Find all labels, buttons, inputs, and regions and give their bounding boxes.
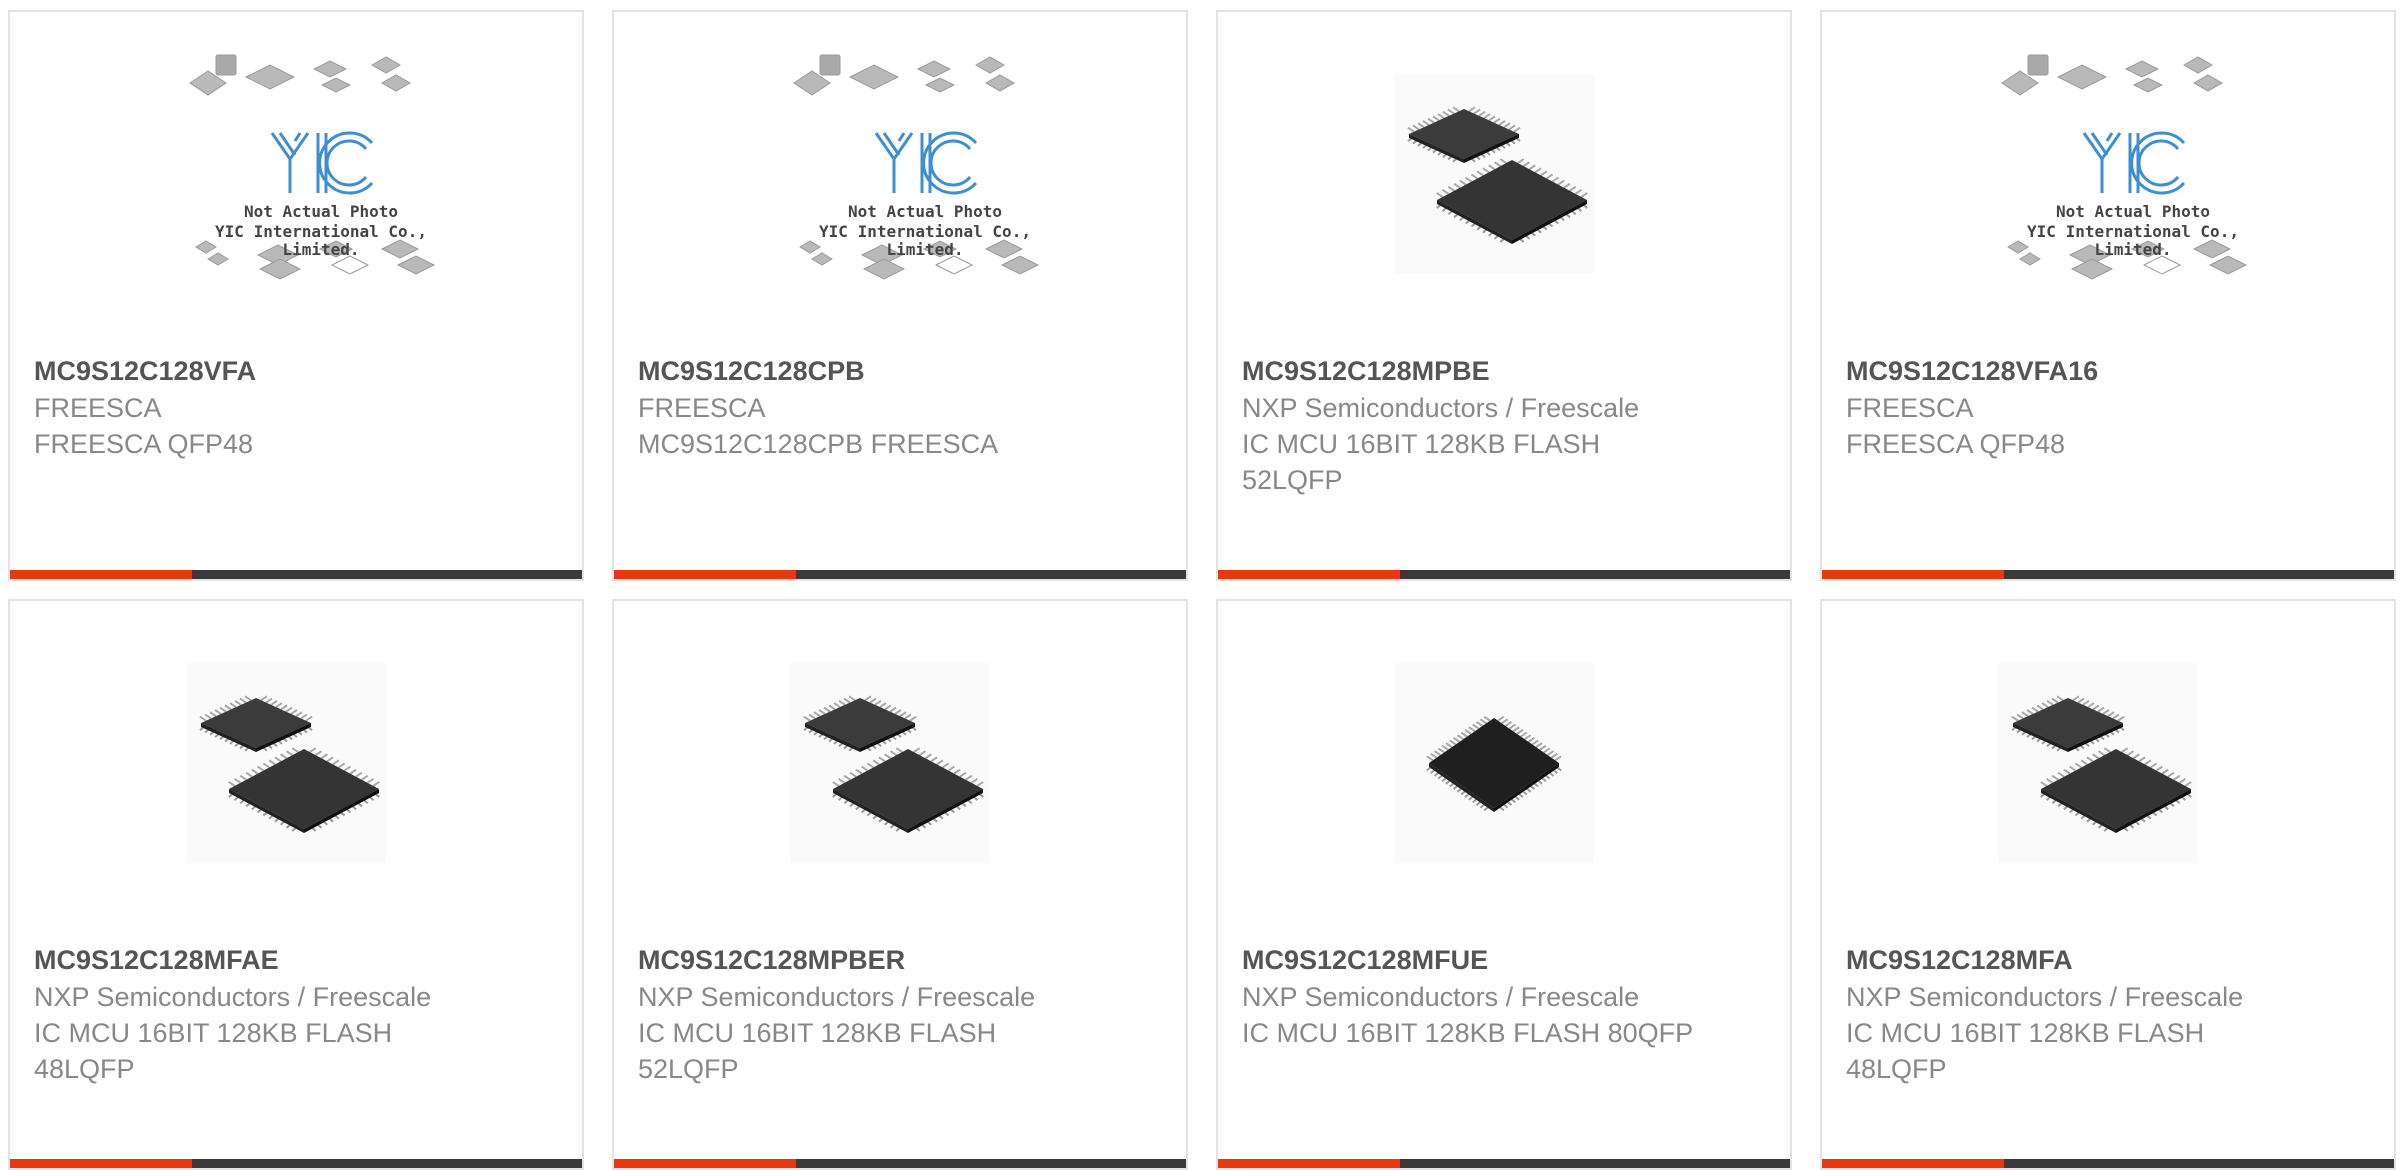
part-number-link[interactable]: MC9S12C128VFA [34, 352, 566, 390]
qfp-chip-icon [1394, 662, 1594, 868]
product-image[interactable] [1394, 72, 1594, 280]
product-card[interactable]: MC9S12C128MPBER NXP Semiconductors / Fre… [612, 599, 1188, 1170]
part-number-link[interactable]: MC9S12C128MFA [1846, 941, 2378, 979]
description: IC MCU 16BIT 128KB FLASH 48LQFP [1846, 1018, 2205, 1084]
description: FREESCA QFP48 [34, 429, 254, 459]
card-bottom-bar [1218, 570, 1790, 579]
part-number-link[interactable]: MC9S12C128CPB [638, 352, 1170, 390]
description: IC MCU 16BIT 128KB FLASH 52LQFP [638, 1018, 997, 1084]
card-bottom-bar [1822, 570, 2394, 579]
product-image[interactable] [1998, 661, 2198, 869]
part-number-link[interactable]: MC9S12C128MFAE [34, 941, 566, 979]
part-number-link[interactable]: MC9S12C128MPBER [638, 941, 1170, 979]
manufacturer: NXP Semiconductors / Freescale [1846, 982, 2244, 1012]
product-card[interactable]: Not Actual Photo YIC International Co., L… [8, 10, 584, 581]
placeholder-caption: Not Actual Photo [847, 202, 1003, 221]
placeholder-caption: Not Actual Photo [243, 202, 399, 221]
lqfp-chip-icon [186, 662, 386, 868]
manufacturer: NXP Semiconductors / Freescale [1242, 982, 1640, 1012]
description: FREESCA QFP48 [1846, 429, 2066, 459]
manufacturer: FREESCA [34, 393, 162, 423]
placeholder-logo-icon: Not Actual Photo YIC International Co., L… [790, 51, 1040, 301]
lqfp-chip-icon [1998, 662, 2198, 868]
description: MC9S12C128CPB FREESCA [638, 429, 999, 459]
part-number-link[interactable]: MC9S12C128MFUE [1242, 941, 1774, 979]
placeholder-logo-icon: Not Actual Photo YIC International Co., L… [1998, 51, 2248, 301]
part-number-link[interactable]: MC9S12C128MPBE [1242, 352, 1774, 390]
product-card[interactable]: MC9S12C128MFAE NXP Semiconductors / Free… [8, 599, 584, 1170]
part-number-link[interactable]: MC9S12C128VFA16 [1846, 352, 2378, 390]
description: IC MCU 16BIT 128KB FLASH 52LQFP [1242, 429, 1601, 495]
product-image[interactable]: Not Actual Photo YIC International Co., L… [1998, 54, 2248, 280]
product-image[interactable] [790, 661, 990, 869]
manufacturer: NXP Semiconductors / Freescale [34, 982, 432, 1012]
product-card[interactable]: MC9S12C128MFUE NXP Semiconductors / Free… [1216, 599, 1792, 1170]
manufacturer: NXP Semiconductors / Freescale [638, 982, 1036, 1012]
manufacturer: FREESCA [1846, 393, 1974, 423]
product-image[interactable] [186, 661, 386, 869]
placeholder-caption: YIC International Co., Limited. [2027, 222, 2239, 259]
product-card[interactable]: MC9S12C128MFA NXP Semiconductors / Frees… [1820, 599, 2396, 1170]
product-card[interactable]: MC9S12C128MPBE NXP Semiconductors / Free… [1216, 10, 1792, 581]
description: IC MCU 16BIT 128KB FLASH 48LQFP [34, 1018, 393, 1084]
product-image[interactable] [1394, 661, 1594, 869]
lqfp-chip-icon [790, 662, 990, 868]
placeholder-caption: YIC International Co., Limited. [215, 222, 427, 259]
description: IC MCU 16BIT 128KB FLASH 80QFP [1242, 1018, 1694, 1048]
card-bottom-bar [10, 570, 582, 579]
placeholder-caption: YIC International Co., Limited. [819, 222, 1031, 259]
lqfp-chip-icon [1394, 73, 1594, 279]
product-image[interactable]: Not Actual Photo YIC International Co., L… [790, 54, 1040, 280]
manufacturer: NXP Semiconductors / Freescale [1242, 393, 1640, 423]
product-image[interactable]: Not Actual Photo YIC International Co., L… [186, 54, 436, 280]
placeholder-logo-icon: Not Actual Photo YIC International Co., L… [186, 51, 436, 301]
manufacturer: FREESCA [638, 393, 766, 423]
product-card[interactable]: Not Actual Photo YIC International Co., L… [612, 10, 1188, 581]
placeholder-caption: Not Actual Photo [2055, 202, 2211, 221]
card-bottom-bar [614, 570, 1186, 579]
product-card[interactable]: Not Actual Photo YIC International Co., L… [1820, 10, 2396, 581]
